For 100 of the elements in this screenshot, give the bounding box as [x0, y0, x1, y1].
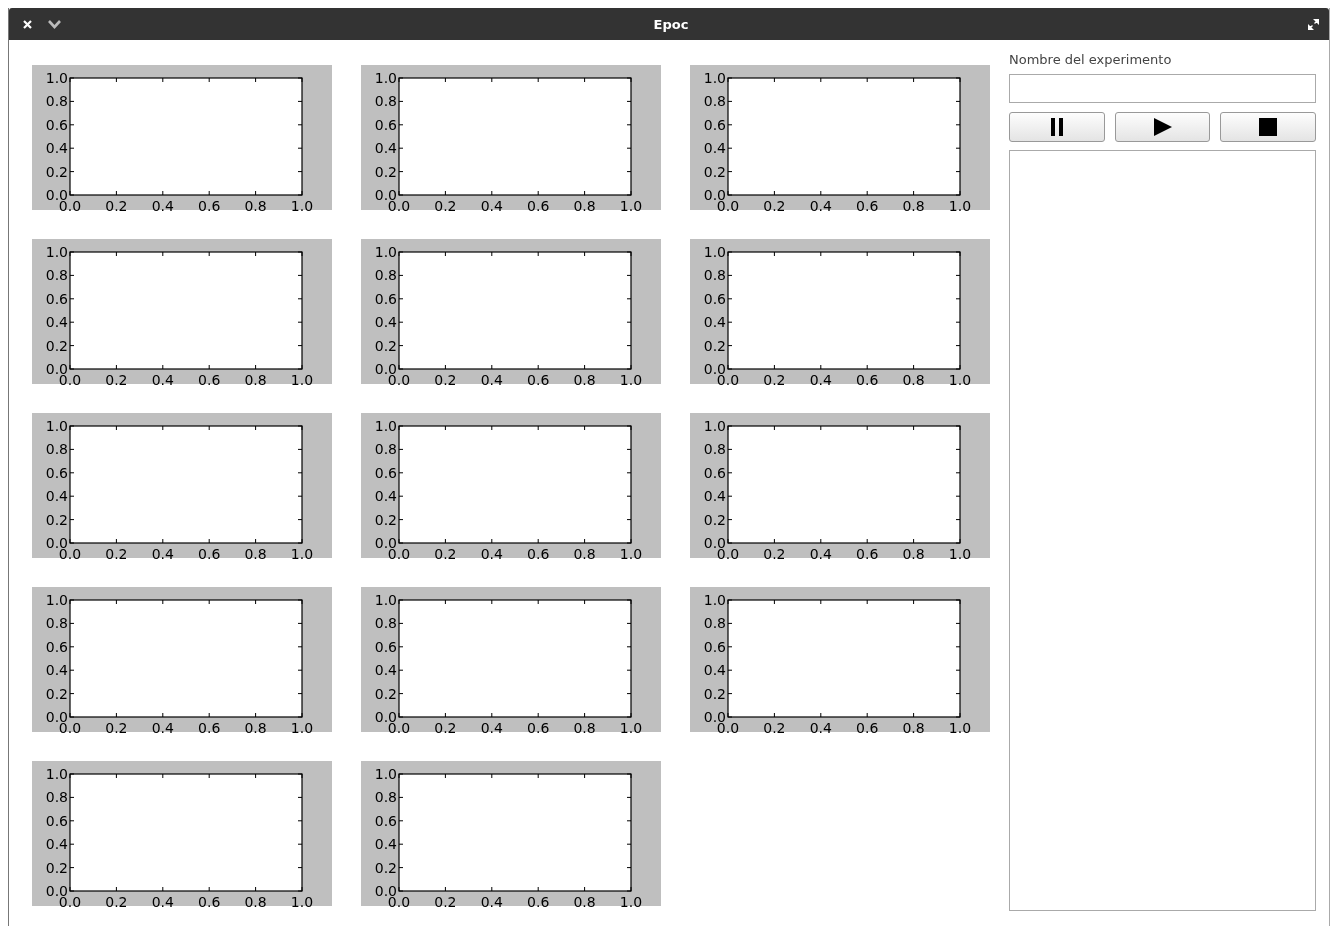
window-title: Epoc	[652, 16, 690, 32]
y-tick-label: 0.8	[374, 93, 397, 110]
y-tick-label: 0.8	[374, 441, 397, 458]
x-tick-label: 0.6	[856, 198, 879, 214]
y-tick-label: 0.6	[374, 638, 397, 655]
play-button[interactable]	[1114, 112, 1211, 142]
x-tick-label: 0.2	[763, 720, 786, 736]
y-tick-label: 0.6	[374, 290, 397, 307]
y-tick-label: 0.6	[45, 464, 68, 481]
x-tick-label: 0.4	[151, 372, 174, 388]
y-tick-label: 0.6	[45, 812, 68, 829]
x-tick-label: 0.4	[151, 546, 174, 562]
y-tick-label: 0.2	[703, 685, 726, 702]
x-tick-label: 0.4	[809, 546, 832, 562]
stop-icon	[1259, 118, 1278, 136]
y-tick-label: 0.4	[45, 140, 68, 157]
y-tick-label: 0.2	[45, 337, 68, 354]
x-tick-label: 1.0	[290, 198, 314, 214]
x-tick-label: 0.2	[763, 546, 786, 562]
x-tick-label: 0.6	[856, 546, 879, 562]
y-tick-label: 0.2	[374, 163, 397, 180]
x-tick-label: 0.8	[244, 720, 267, 736]
y-tick-label: 0.8	[45, 789, 68, 806]
y-tick-label: 0.8	[45, 267, 68, 284]
x-tick-label: 0.4	[480, 720, 503, 736]
x-tick-label: 0.2	[105, 546, 128, 562]
x-tick-label: 0.2	[434, 198, 457, 214]
y-tick-label: 1.0	[374, 70, 397, 86]
x-tick-label: 0.2	[763, 372, 786, 388]
y-tick-label: 0.6	[703, 116, 726, 133]
y-tick-label: 0.6	[703, 464, 726, 481]
x-tick-label: 0.2	[105, 894, 128, 910]
maximize-icon[interactable]	[1308, 18, 1319, 30]
x-tick-label: 0.6	[198, 198, 221, 214]
y-tick-label: 0.6	[703, 638, 726, 655]
y-tick-label: 0.4	[374, 140, 397, 157]
x-tick-label: 0.6	[527, 198, 550, 214]
x-tick-label: 0.8	[573, 546, 596, 562]
y-tick-label: 0.6	[45, 638, 68, 655]
x-tick-label: 0.8	[244, 894, 267, 910]
x-tick-label: 0.2	[434, 894, 457, 910]
x-tick-label: 1.0	[619, 894, 643, 910]
x-tick-label: 0.4	[480, 546, 503, 562]
y-tick-label: 0.4	[703, 140, 726, 157]
y-tick-label: 1.0	[374, 418, 397, 434]
x-tick-label: 0.8	[573, 372, 596, 388]
x-tick-label: 0.2	[434, 546, 457, 562]
y-tick-label: 0.2	[45, 685, 68, 702]
x-tick-label: 1.0	[948, 546, 972, 562]
x-tick-label: 0.4	[809, 198, 832, 214]
y-tick-label: 0.2	[703, 163, 726, 180]
y-tick-label: 1.0	[374, 244, 397, 260]
y-tick-label: 0.6	[45, 290, 68, 307]
close-icon[interactable]	[23, 19, 32, 29]
x-tick-label: 0.4	[151, 894, 174, 910]
x-tick-label: 1.0	[619, 198, 643, 214]
x-tick-label: 0.6	[198, 720, 221, 736]
y-tick-label: 0.6	[374, 464, 397, 481]
y-tick-label: 0.4	[374, 662, 397, 679]
y-tick-label: 0.2	[374, 511, 397, 528]
y-tick-label: 0.4	[703, 662, 726, 679]
y-tick-label: 0.8	[45, 93, 68, 110]
pause-button[interactable]	[1009, 112, 1105, 142]
x-tick-label: 1.0	[948, 198, 972, 214]
y-tick-label: 0.4	[703, 314, 726, 331]
y-tick-label: 0.2	[703, 337, 726, 354]
x-tick-label: 0.2	[434, 372, 457, 388]
x-tick-label: 0.2	[434, 720, 457, 736]
x-tick-label: 0.6	[527, 546, 550, 562]
x-tick-label: 0.8	[902, 720, 925, 736]
x-tick-label: 1.0	[619, 546, 643, 562]
x-tick-label: 0.6	[527, 720, 550, 736]
y-tick-label: 0.4	[703, 488, 726, 505]
y-tick-label: 0.8	[45, 441, 68, 458]
y-tick-label: 0.8	[703, 267, 726, 284]
x-tick-label: 1.0	[948, 372, 972, 388]
x-tick-label: 0.6	[527, 894, 550, 910]
x-tick-label: 0.8	[902, 546, 925, 562]
x-tick-label: 0.8	[902, 198, 925, 214]
x-tick-label: 0.6	[198, 546, 221, 562]
y-tick-label: 1.0	[703, 70, 726, 86]
y-tick-label: 0.2	[374, 337, 397, 354]
y-tick-label: 0.4	[45, 662, 68, 679]
y-tick-label: 0.4	[45, 488, 68, 505]
x-tick-label: 0.4	[151, 720, 174, 736]
y-tick-label: 1.0	[45, 766, 68, 782]
x-tick-label: 0.8	[244, 198, 267, 214]
x-tick-label: 0.4	[480, 894, 503, 910]
chevron-down-icon[interactable]	[48, 19, 61, 29]
y-tick-label: 1.0	[45, 244, 68, 260]
x-tick-label: 0.2	[763, 198, 786, 214]
y-tick-label: 0.6	[703, 290, 726, 307]
y-tick-label: 1.0	[374, 766, 397, 782]
y-tick-label: 1.0	[45, 592, 68, 608]
experiment-name-field[interactable]	[1009, 74, 1316, 103]
x-tick-label: 0.8	[573, 894, 596, 910]
y-tick-label: 0.2	[45, 163, 68, 180]
stop-button[interactable]	[1220, 112, 1316, 142]
y-tick-label: 1.0	[703, 244, 726, 260]
y-tick-label: 0.4	[45, 836, 68, 853]
